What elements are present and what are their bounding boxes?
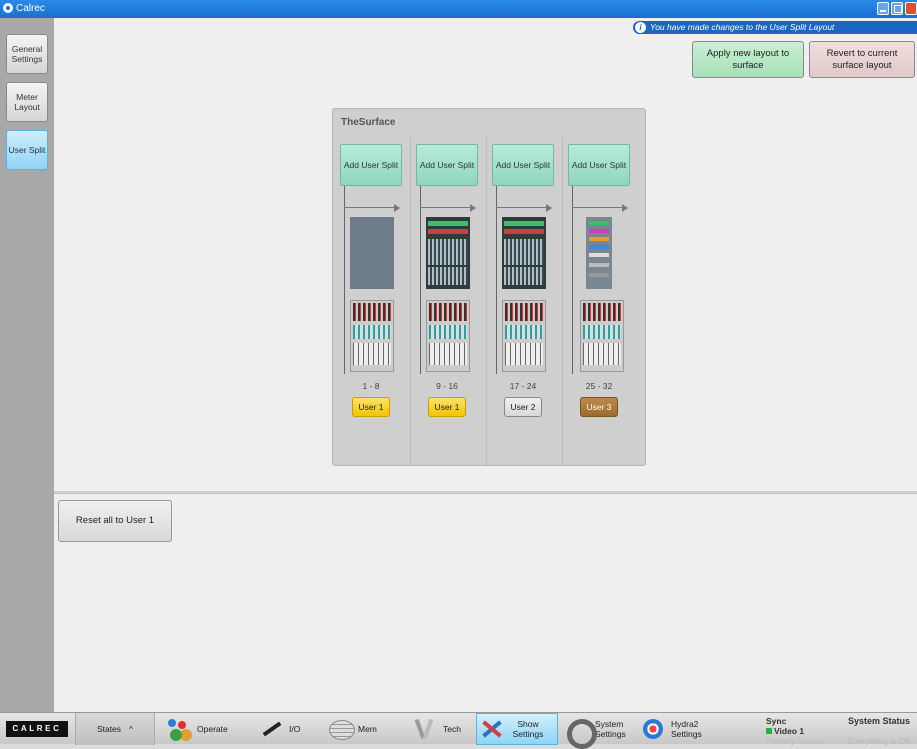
mem-button[interactable]: Mem bbox=[327, 713, 377, 745]
system-status-title: System Status bbox=[848, 716, 911, 726]
states-label: States bbox=[96, 724, 122, 734]
add-user-split-button[interactable]: Add User Split bbox=[416, 144, 478, 186]
reset-all-button[interactable]: Reset all to User 1 bbox=[58, 500, 172, 542]
calrec-logo-icon bbox=[3, 3, 13, 13]
sync-subtitle: Primary Source bbox=[766, 736, 825, 746]
io-button[interactable]: I/O bbox=[258, 713, 300, 745]
notice-text: You have made changes to the User Split … bbox=[650, 22, 835, 32]
split-arrow-line bbox=[420, 207, 470, 208]
add-user-split-button[interactable]: Add User Split bbox=[340, 144, 402, 186]
hydra2-settings-button[interactable]: Hydra2 Settings bbox=[640, 713, 711, 745]
system-settings-label: System Settings bbox=[595, 719, 626, 739]
show-settings-button[interactable]: Show Settings bbox=[476, 713, 558, 745]
fader-range-label: 25 - 32 bbox=[585, 381, 613, 391]
user-assign-button[interactable]: User 3 bbox=[580, 397, 618, 417]
hydra2-network-icon bbox=[640, 717, 668, 741]
meter-screen bbox=[350, 217, 394, 289]
io-label: I/O bbox=[289, 724, 301, 734]
info-icon: i bbox=[635, 22, 646, 33]
apply-layout-button[interactable]: Apply new layout to surface bbox=[692, 41, 804, 78]
tech-label: Tech bbox=[443, 724, 461, 734]
mem-label: Mem bbox=[358, 724, 377, 734]
fader-panel bbox=[350, 300, 394, 372]
arrow-right-icon bbox=[394, 204, 400, 212]
tab-meter-layout[interactable]: Meter Layout bbox=[6, 82, 48, 122]
fader-panel bbox=[580, 300, 624, 372]
fader-range-label: 1 - 8 bbox=[362, 381, 380, 391]
add-user-split-button[interactable]: Add User Split bbox=[568, 144, 630, 186]
meter-screen bbox=[586, 217, 612, 289]
fader-range-label: 9 - 16 bbox=[436, 381, 458, 391]
arrow-right-icon bbox=[546, 204, 552, 212]
window-title: Calrec bbox=[16, 3, 45, 14]
sync-title: Sync bbox=[766, 716, 787, 726]
fader-panel bbox=[502, 300, 546, 372]
memory-disk-icon bbox=[327, 717, 355, 741]
people-icon bbox=[166, 717, 194, 741]
column-divider bbox=[486, 137, 487, 465]
system-status[interactable]: System Status Everything is OK bbox=[848, 716, 917, 746]
user-assign-button[interactable]: User 1 bbox=[352, 397, 390, 417]
split-line bbox=[344, 186, 345, 374]
microphone-icon bbox=[258, 717, 286, 741]
states-button[interactable]: States ^ bbox=[75, 713, 155, 745]
calrec-brand-logo: CALREC bbox=[6, 721, 68, 737]
changes-notice: i You have made changes to the User Spli… bbox=[633, 21, 917, 34]
meter-screen bbox=[426, 217, 470, 289]
user-assign-button[interactable]: User 1 bbox=[428, 397, 466, 417]
split-arrow-line bbox=[344, 207, 394, 208]
show-settings-label: Show Settings bbox=[512, 719, 544, 739]
fader-panel bbox=[426, 300, 470, 372]
tech-button[interactable]: Tech bbox=[412, 713, 461, 745]
split-line bbox=[420, 186, 421, 374]
split-line bbox=[496, 186, 497, 374]
fader-range-label: 17 - 24 bbox=[509, 381, 537, 391]
close-icon[interactable] bbox=[905, 2, 917, 15]
minimize-icon[interactable] bbox=[877, 2, 889, 15]
split-arrow-line bbox=[496, 207, 546, 208]
add-user-split-button[interactable]: Add User Split bbox=[492, 144, 554, 186]
operate-button[interactable]: Operate bbox=[166, 713, 228, 745]
hydra2-settings-label: Hydra2 Settings bbox=[671, 719, 702, 739]
split-arrow-line bbox=[572, 207, 622, 208]
side-tab-rail: General Settings Meter Layout User Split bbox=[0, 18, 54, 712]
tools-icon bbox=[412, 717, 440, 741]
sync-ok-indicator bbox=[766, 728, 772, 734]
lower-panel bbox=[54, 493, 917, 712]
surface-title: TheSurface bbox=[341, 117, 396, 128]
chevron-up-icon: ^ bbox=[129, 724, 134, 734]
title-bar: Calrec bbox=[0, 0, 917, 18]
column-divider bbox=[410, 137, 411, 465]
arrow-right-icon bbox=[622, 204, 628, 212]
tab-general-settings[interactable]: General Settings bbox=[6, 34, 48, 74]
maximize-icon[interactable] bbox=[891, 2, 903, 15]
user-assign-button[interactable]: User 2 bbox=[504, 397, 542, 417]
sync-status[interactable]: Sync Video 1 Primary Source bbox=[766, 716, 825, 746]
split-line bbox=[572, 186, 573, 374]
revert-layout-button[interactable]: Revert to current surface layout bbox=[809, 41, 915, 78]
system-status-subtitle: Everything is OK bbox=[848, 736, 912, 746]
bottom-toolbar: CALREC States ^ Operate I/O Mem Tech Sho… bbox=[0, 712, 917, 749]
operate-label: Operate bbox=[197, 724, 228, 734]
sync-value: Video 1 bbox=[774, 726, 805, 736]
arrow-right-icon bbox=[470, 204, 476, 212]
meter-screen bbox=[502, 217, 546, 289]
show-settings-icon bbox=[477, 717, 505, 741]
system-settings-button[interactable]: System Settings bbox=[564, 713, 635, 749]
system-settings-icon bbox=[564, 717, 597, 749]
tab-user-split[interactable]: User Split bbox=[6, 130, 48, 170]
column-divider bbox=[562, 137, 563, 465]
